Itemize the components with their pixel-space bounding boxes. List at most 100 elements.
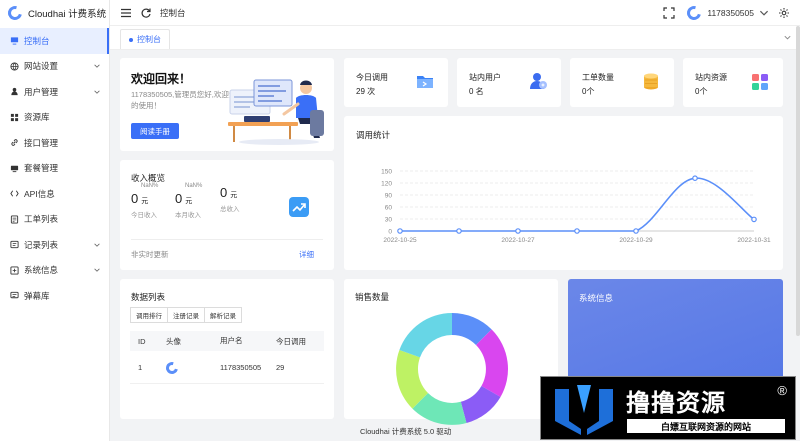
series-line: [399, 177, 755, 232]
breadcrumb: 控制台: [160, 7, 186, 18]
settings-gear-icon[interactable]: [778, 7, 790, 19]
x-tick-label: 2022-10-29: [619, 237, 653, 244]
sidebar-item-monitor[interactable]: 控制台: [0, 28, 109, 54]
income-divider: [131, 239, 323, 240]
read-manual-button[interactable]: 阅读手册: [131, 123, 179, 139]
sidebar-item-package[interactable]: 套餐管理: [0, 156, 109, 182]
col-id: ID: [138, 336, 146, 346]
sidebar-item-grid[interactable]: 资源库: [0, 105, 109, 131]
col-calls: 今日调用: [276, 336, 306, 346]
package-icon: [9, 163, 19, 173]
stat-value: 29 次: [356, 87, 376, 96]
page-tabs: 控制台: [110, 26, 800, 50]
stat-value: 0个: [582, 87, 595, 96]
sidebar-item-globe[interactable]: 网站设置: [0, 54, 109, 80]
logo-icon: [5, 3, 25, 23]
refresh-icon[interactable]: [140, 7, 152, 19]
stat-card-resources: 站内资源 0个: [683, 58, 783, 107]
cell-username: 1178350505: [220, 362, 262, 372]
cell-calls: 29: [276, 363, 285, 372]
user-avatar-icon: [163, 359, 181, 376]
data-list-card: 数据列表 调用排行 注册记录 解析记录 ID 头像 用户名 今日调用 1 117…: [120, 279, 334, 419]
users-icon: [530, 73, 547, 89]
tab-register-records[interactable]: 注册记录: [167, 307, 205, 323]
sales-title: 销售数量: [355, 292, 390, 302]
username[interactable]: 1178350505: [707, 8, 754, 18]
sidebar-item-user[interactable]: 用户管理: [0, 79, 109, 105]
chevron-down-icon: [94, 64, 100, 69]
tab-call-ranking[interactable]: 调用排行: [130, 307, 168, 323]
grid-icon: [9, 112, 19, 122]
data-point: [633, 228, 639, 234]
data-point: [397, 228, 403, 234]
tabs-more-chevron-icon[interactable]: [783, 33, 792, 44]
user-avatar[interactable]: [684, 2, 704, 23]
welcome-title: 欢迎回来！: [131, 72, 192, 86]
sidebar-item-label: 接口管理: [24, 137, 59, 148]
y-tick-label: 90: [385, 193, 393, 200]
sidebar-item-label: 网站设置: [24, 61, 59, 72]
user-icon: [9, 87, 19, 97]
developer-illustration: [228, 79, 324, 145]
stat-label: 工单数量: [582, 73, 614, 82]
link-icon: [9, 138, 19, 148]
folder-icon: [417, 76, 433, 88]
data-point: [751, 216, 757, 223]
watermark-registered-mark: ®: [777, 383, 787, 398]
sales-donut-chart: [396, 313, 509, 425]
footer-text: Cloudhai 计费系统 5.0 驱动: [360, 427, 452, 436]
sidebar-item-record[interactable]: 记录列表: [0, 232, 109, 258]
cell-avatar: [158, 359, 212, 376]
sidebar: Cloudhai 计费系统 控制台网站设置用户管理 资源库接口管理套餐管理 API信…: [0, 0, 110, 441]
income-overview-card: 收入概览 NaN% 0元 今日收入 NaN% 0元 本月收入 0元 总收入 非实…: [120, 160, 334, 270]
income-detail-link[interactable]: 详细: [299, 249, 314, 260]
income-month: NaN% 0元 本月收入: [175, 183, 217, 219]
stat-value: 0 名: [469, 87, 484, 96]
y-tick-label: 30: [385, 217, 393, 224]
sidebar-item-ticket[interactable]: 工单列表: [0, 207, 109, 233]
tab-label: 控制台: [137, 35, 161, 44]
y-tick-label: 60: [385, 205, 393, 212]
sidebar-item-label: 弹幕库: [24, 290, 50, 301]
call-stats-card: 调用统计 0 30 60 90 120 150 2022-10-25 2022-10-27 20…: [344, 116, 783, 270]
page-scrollbar[interactable]: [796, 26, 800, 336]
menu-toggle-icon[interactable]: [120, 7, 132, 19]
welcome-card: 欢迎回来！ 1178350505,管理员您好,欢迎您的使用！ 阅读手册: [120, 58, 334, 151]
watermark-subtitle: 白嫖互联网资源的网站: [627, 419, 785, 433]
stat-value: 0个: [695, 87, 708, 96]
blocks-icon: [752, 74, 768, 90]
tab-dashboard[interactable]: 控制台: [120, 29, 170, 49]
tab-parse-records[interactable]: 解析记录: [204, 307, 242, 323]
income-caption: 本月收入: [175, 212, 201, 219]
sidebar-item-api[interactable]: API信息: [0, 181, 109, 207]
sidebar-item-label: 套餐管理: [24, 163, 59, 174]
stat-label: 今日调用: [356, 73, 388, 82]
watermark-banner: 撸撸资源 ® 白嫖互联网资源的网站: [540, 376, 796, 440]
tab-active-dot: [129, 37, 133, 42]
income-update-note: 非实时更新: [131, 250, 169, 259]
watermark-title: 撸撸资源: [626, 389, 726, 417]
call-stats-line-chart: 0 30 60 90 120 150 2022-10-25 2022-10-27 2022-10…: [381, 169, 771, 245]
stat-card-tickets: 工单数量 0个: [570, 58, 674, 107]
income-caption: 今日收入: [131, 212, 157, 219]
app-logo[interactable]: Cloudhai 计费系统: [0, 0, 109, 26]
table-row[interactable]: 1 1178350505 29: [130, 352, 324, 384]
sidebar-item-label: API信息: [24, 188, 55, 199]
income-amount: 0元: [220, 185, 238, 200]
sidebar-item-label: 工单列表: [24, 214, 59, 225]
sidebar-item-danmaku[interactable]: 弹幕库: [0, 283, 109, 309]
system-info-title: 系统信息: [579, 293, 614, 303]
data-point: [456, 228, 462, 234]
user-dropdown-chevron-icon[interactable]: [758, 7, 770, 19]
sidebar-item-system[interactable]: 系统信息: [0, 258, 109, 284]
top-header: 控制台 1178350505: [110, 0, 800, 26]
income-pct: NaN%: [141, 183, 159, 189]
y-tick-label: 150: [381, 169, 392, 176]
x-tick-label: 2022-10-25: [383, 237, 417, 244]
chevron-down-icon: [94, 268, 100, 273]
stat-card-today-calls: 今日调用 29 次: [344, 58, 448, 107]
x-tick-label: 2022-10-31: [737, 237, 771, 244]
income-pct: NaN%: [185, 183, 203, 189]
fullscreen-icon[interactable]: [663, 6, 675, 19]
sidebar-item-link[interactable]: 接口管理: [0, 130, 109, 156]
